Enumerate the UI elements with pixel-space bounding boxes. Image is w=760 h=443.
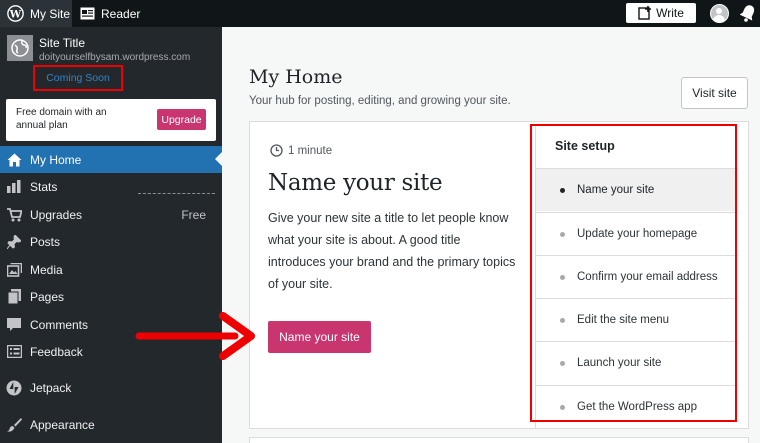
sidebar-item-label: Upgrades	[30, 207, 83, 222]
next-card	[249, 437, 749, 443]
domain-upsell-text: Free domain with an annual plan	[16, 107, 107, 131]
site-url[interactable]: doityourselfbysam.wordpress.com	[39, 52, 190, 63]
sidebar-item-label: Appearance	[30, 417, 95, 432]
avatar[interactable]	[710, 4, 729, 23]
reader-icon	[80, 7, 95, 20]
name-your-site-button[interactable]: Name your site	[268, 321, 371, 353]
wordpress-logo-icon: W	[7, 5, 24, 22]
write-label: Write	[656, 6, 684, 20]
sidebar: Site Title doityourselfbysam.wordpress.c…	[0, 27, 222, 443]
svg-text:W: W	[9, 8, 22, 20]
sidebar-item-posts[interactable]: Posts	[0, 228, 222, 255]
write-button[interactable]: Write	[626, 3, 696, 23]
page-subtitle: Your hub for posting, editing, and growi…	[249, 95, 511, 107]
coming-soon-badge: Coming Soon	[33, 65, 123, 91]
page-title: My Home	[249, 66, 343, 88]
site-globe-icon[interactable]	[7, 35, 33, 61]
sidebar-item-pages[interactable]: Pages	[0, 283, 222, 310]
sidebar-item-stats[interactable]: Stats	[0, 173, 222, 200]
sidebar-item-label: Media	[30, 262, 63, 277]
coming-soon-label: Coming Soon	[46, 72, 110, 84]
task-heading: Name your site	[268, 170, 443, 196]
comment-icon	[6, 317, 22, 333]
cart-icon	[6, 207, 22, 223]
stats-sparkline	[138, 193, 215, 194]
sidebar-item-upgrades[interactable]: Upgrades Free	[0, 201, 222, 228]
brush-icon	[6, 417, 22, 433]
sidebar-item-appearance[interactable]: Appearance	[0, 411, 222, 438]
sidebar-item-label: Jetpack	[30, 380, 72, 395]
visit-site-button[interactable]: Visit site	[681, 77, 748, 109]
pages-icon	[6, 289, 22, 305]
reader-label: Reader	[101, 6, 141, 21]
annotation-highlight-box	[530, 124, 737, 422]
feedback-icon	[6, 344, 22, 360]
sidebar-item-label: Feedback	[30, 344, 83, 359]
clock-icon	[270, 144, 283, 157]
pin-icon	[6, 234, 22, 250]
my-site-label: My Site	[30, 6, 71, 21]
sidebar-item-label: Comments	[30, 317, 89, 332]
task-description: Give your new site a title to let people…	[268, 211, 516, 291]
write-icon	[638, 6, 652, 20]
upgrades-plan-label: Free	[181, 207, 206, 222]
annotation-arrow-icon	[135, 312, 255, 360]
media-icon	[6, 262, 22, 278]
sidebar-item-label: Stats	[30, 179, 58, 194]
domain-upsell-card: Free domain with an annual plan Upgrade	[6, 99, 216, 141]
task-duration: 1 minute	[270, 144, 332, 157]
home-icon	[6, 152, 22, 168]
reader-button[interactable]: Reader	[80, 0, 140, 27]
sidebar-item-my-home[interactable]: My Home	[0, 146, 222, 173]
sidebar-item-label: Posts	[30, 234, 61, 249]
notifications-bell-icon[interactable]	[740, 4, 756, 22]
sidebar-item-media[interactable]: Media	[0, 256, 222, 283]
stats-icon	[6, 179, 22, 195]
upgrade-button[interactable]: Upgrade	[157, 109, 206, 130]
task-duration-label: 1 minute	[288, 144, 333, 157]
sidebar-item-jetpack[interactable]: Jetpack	[0, 374, 222, 401]
jetpack-icon	[6, 380, 22, 396]
sidebar-item-label: Pages	[30, 289, 65, 304]
sidebar-item-label: My Home	[30, 152, 82, 167]
my-site-button[interactable]: W My Site	[0, 0, 72, 27]
site-title[interactable]: Site Title	[39, 36, 85, 50]
admin-bar: W My Site Reader Write	[0, 0, 760, 27]
